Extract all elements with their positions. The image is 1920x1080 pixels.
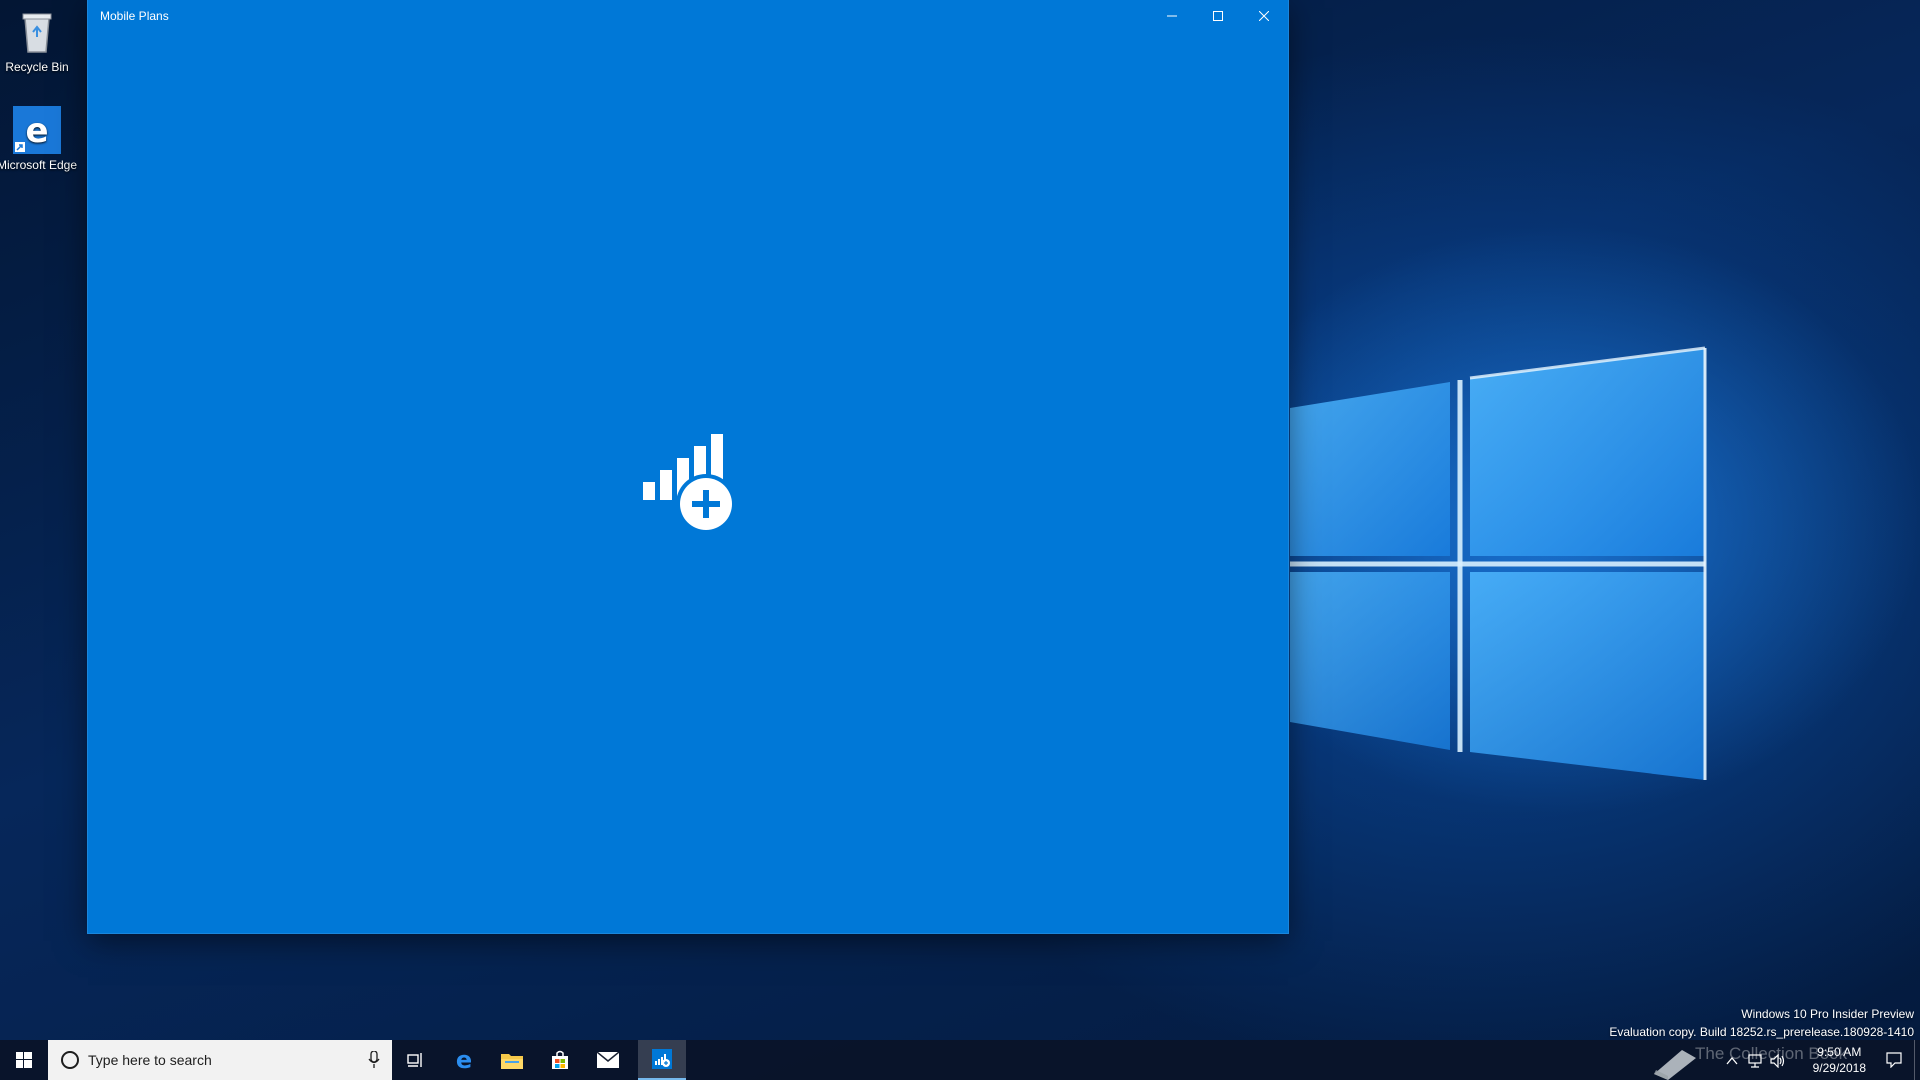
taskbar-mobile-plans-button[interactable] — [638, 1040, 686, 1080]
system-tray: The Collection Book 9:50 AM 9/29/2018 — [1640, 1040, 1920, 1080]
desktop: Recycle Bin e Microsoft Edge Mobile Plan… — [0, 0, 1920, 1080]
minimize-icon — [1167, 15, 1177, 17]
mail-icon — [597, 1052, 619, 1068]
windows-build-watermark: Windows 10 Pro Insider Preview Evaluatio… — [1609, 1005, 1914, 1041]
store-icon — [552, 1050, 568, 1069]
search-box[interactable]: Type here to search — [48, 1040, 392, 1080]
show-hidden-icons-chevron-icon[interactable] — [1726, 1056, 1738, 1066]
mobile-plans-icon — [652, 1049, 672, 1069]
taskbar-mail-button[interactable] — [584, 1040, 632, 1080]
minimize-button[interactable] — [1149, 0, 1195, 32]
taskbar-file-explorer-button[interactable] — [488, 1040, 536, 1080]
maximize-icon — [1213, 11, 1223, 21]
action-center-icon[interactable] — [1886, 1052, 1902, 1068]
cortana-circle-icon — [61, 1051, 79, 1069]
recycle-bin-icon — [13, 8, 61, 56]
svg-text:e: e — [25, 111, 48, 151]
clock[interactable]: 9:50 AM 9/29/2018 — [1813, 1044, 1866, 1076]
taskbar: Type here to search e The Collection Boo… — [0, 1040, 1920, 1080]
search-placeholder: Type here to search — [88, 1052, 212, 1068]
window-title: Mobile Plans — [100, 9, 169, 23]
network-icon[interactable] — [1748, 1054, 1762, 1068]
edge-icon: e — [13, 106, 61, 154]
file-explorer-icon — [501, 1054, 523, 1069]
edge-icon: e — [456, 1049, 472, 1071]
task-view-button[interactable] — [392, 1040, 440, 1080]
desktop-icon-recycle-bin[interactable]: Recycle Bin — [0, 8, 82, 75]
desktop-icon-edge[interactable]: e Microsoft Edge — [0, 106, 82, 173]
taskbar-edge-button[interactable]: e — [440, 1040, 488, 1080]
mobile-plans-window[interactable]: Mobile Plans — [88, 0, 1288, 933]
task-view-icon — [407, 1053, 422, 1067]
show-desktop-strip[interactable] — [1914, 1040, 1920, 1080]
start-button[interactable] — [0, 1040, 48, 1080]
watermark-edition: Windows 10 Pro Insider Preview — [1741, 1007, 1914, 1021]
microphone-icon[interactable] — [368, 1051, 380, 1069]
recycle-bin-label: Recycle Bin — [5, 60, 69, 74]
close-button[interactable] — [1241, 0, 1287, 32]
clock-date: 9/29/2018 — [1812, 1061, 1866, 1075]
title-bar[interactable]: Mobile Plans — [88, 0, 1288, 32]
clock-time: 9:50 AM — [1817, 1045, 1862, 1059]
edge-label: Microsoft Edge — [0, 158, 78, 172]
volume-icon[interactable] — [1770, 1054, 1786, 1068]
close-icon — [1259, 11, 1269, 21]
mobile-plans-signal-plus-icon — [643, 434, 736, 534]
taskbar-store-button[interactable] — [536, 1040, 584, 1080]
windows-start-icon — [16, 1052, 32, 1068]
svg-text:e: e — [456, 1049, 472, 1071]
maximize-button[interactable] — [1195, 0, 1241, 32]
watermark-build: Evaluation copy. Build 18252.rs_prerelea… — [1609, 1025, 1914, 1039]
